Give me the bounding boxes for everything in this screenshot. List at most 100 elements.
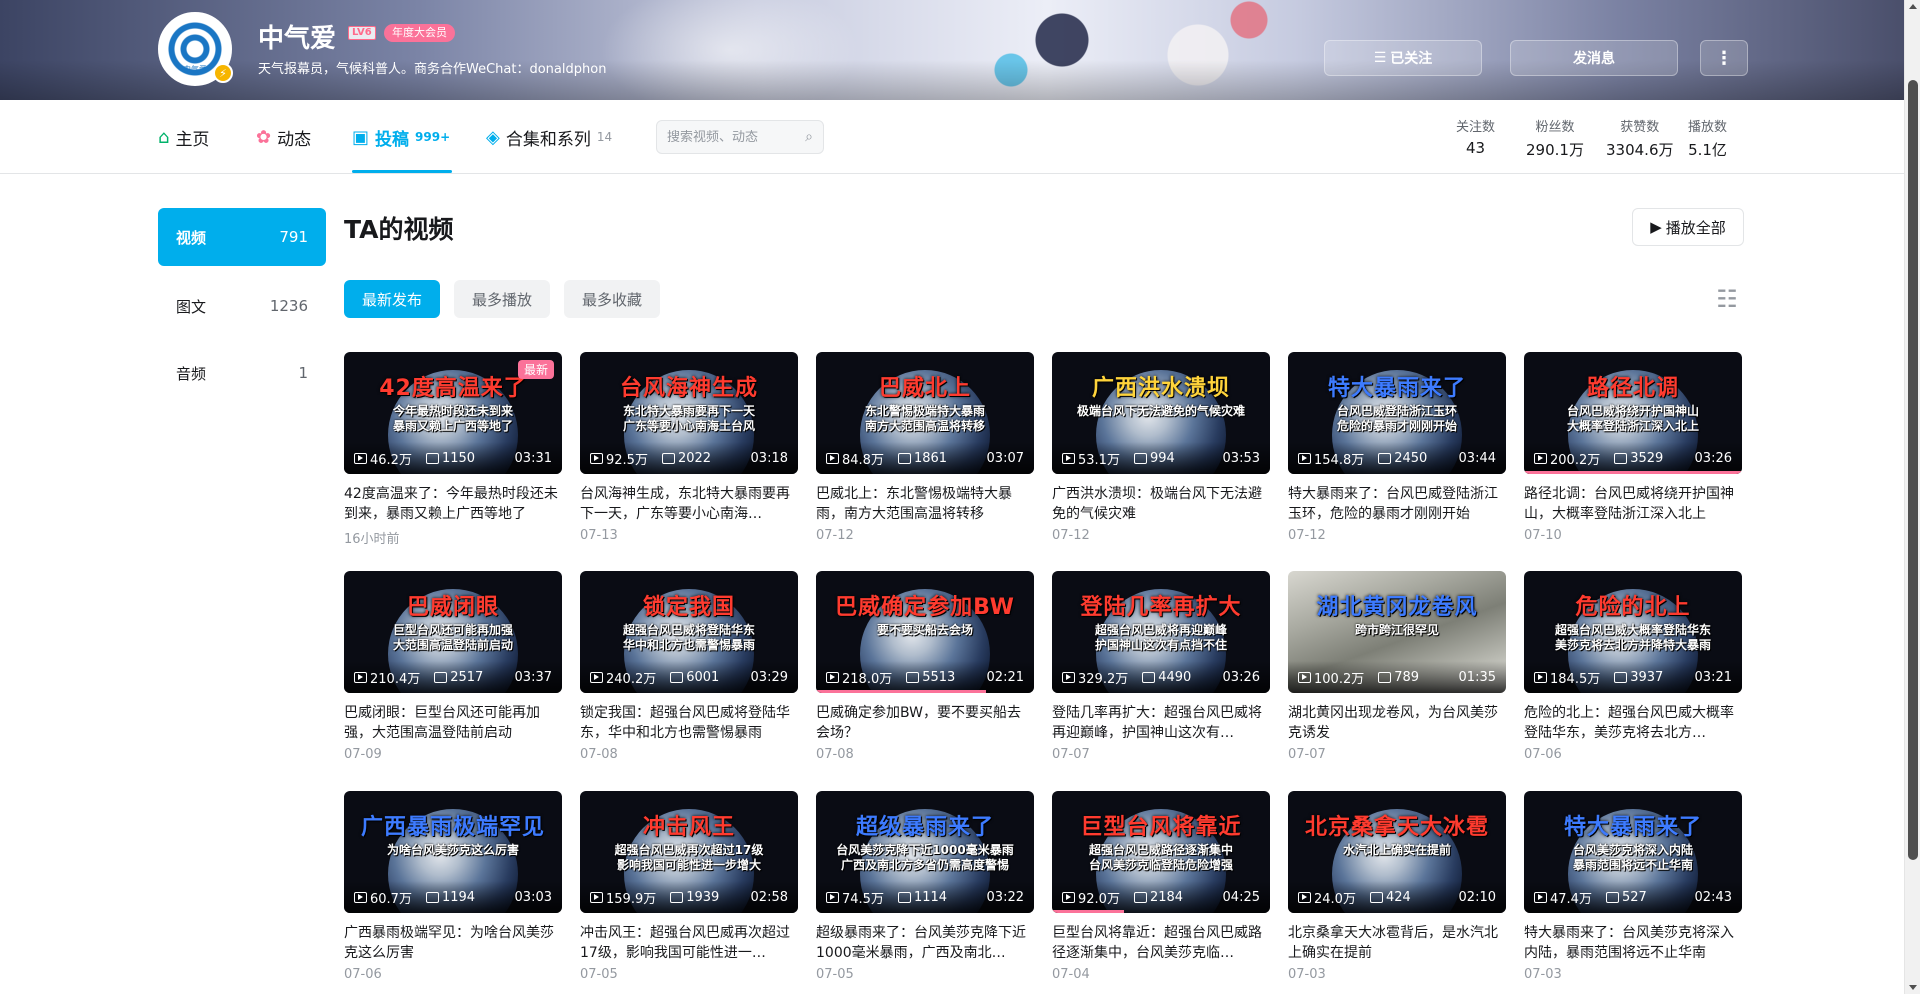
stat-following[interactable]: 关注数 43 [1456, 116, 1495, 157]
video-card[interactable]: 巨型台风将靠近 超强台风巴威路径逐渐集中 台风美莎克临登陆危险增强 92.0万 218… [1052, 791, 1270, 982]
thumbnail-headline: 巨型台风将靠近 [1080, 815, 1242, 840]
video-thumbnail[interactable]: 北京桑拿天大冰雹 水汽北上确实在提前 24.0万 424 02:10 [1288, 791, 1506, 913]
video-card[interactable]: 42度高温来了 今年最热时段还未到来 暴雨又赖上广西等地了 最新 46.2万 1150 0… [344, 352, 562, 547]
video-thumbnail[interactable]: 广西暴雨极端罕见 为啥台风美莎克这么厉害 60.7万 1194 03:03 [344, 791, 562, 913]
thumbnail-headline: 登陆几率再扩大 [1080, 595, 1242, 620]
video-card[interactable]: 广西洪水溃坝 极端台风下无法避免的气候灾难 53.1万 994 03:53 广西洪水溃坝：… [1052, 352, 1270, 543]
view-count: 84.8万 [826, 449, 884, 468]
video-thumbnail[interactable]: 巨型台风将靠近 超强台风巴威路径逐渐集中 台风美莎克临登陆危险增强 92.0万 218… [1052, 791, 1270, 913]
video-title[interactable]: 特大暴雨来了：台风巴威登陆浙江玉环，危险的暴雨才刚刚开始 [1288, 484, 1506, 524]
danmaku-count: 6001 [670, 670, 719, 685]
video-card[interactable]: 北京桑拿天大冰雹 水汽北上确实在提前 24.0万 424 02:10 北京桑拿天大冰雹背后… [1288, 791, 1506, 982]
view-count-value: 100.2万 [1314, 672, 1365, 687]
video-title[interactable]: 巴威北上：东北警惕极端特大暴雨，南方大范围高温将转移 [816, 484, 1034, 524]
video-title[interactable]: 冲击风王：超强台风巴威再次超过17级，影响我国可能性进一… [580, 923, 798, 963]
video-card[interactable]: 特大暴雨来了 台风美莎克将深入内陆 暴雨范围将远不止华南 47.4万 527 02:43… [1524, 791, 1742, 982]
tab-home[interactable]: ⌂ 主页 [158, 124, 209, 150]
video-card[interactable]: 危险的北上 超强台风巴威大概率登陆华东 美莎克将去北方并降特大暴雨 184.5万 39… [1524, 571, 1742, 762]
video-thumbnail[interactable]: 广西洪水溃坝 极端台风下无法避免的气候灾难 53.1万 994 03:53 [1052, 352, 1270, 474]
video-title[interactable]: 超级暴雨来了：台风美莎克降下近1000毫米暴雨，广西及南北… [816, 923, 1034, 963]
video-card[interactable]: 广西暴雨极端罕见 为啥台风美莎克这么厉害 60.7万 1194 03:03 广西暴雨极端罕… [344, 791, 562, 982]
video-thumbnail[interactable]: 登陆几率再扩大 超强台风巴威将再迎巅峰 护国神山这次有点挡不住 329.2万 4490… [1052, 571, 1270, 693]
video-title[interactable]: 巨型台风将靠近：超强台风巴威路径逐渐集中，台风美莎克临… [1052, 923, 1270, 963]
play-all-button[interactable]: ▶ 播放全部 [1632, 208, 1744, 246]
video-title[interactable]: 巴威确定参加BW，要不要买船去会场？ [816, 703, 1034, 743]
video-thumbnail[interactable]: 巴威北上 东北警惕极端特大暴雨 南方大范围高温将转移 84.8万 1861 03:07 [816, 352, 1034, 474]
scrollbar-thumb[interactable] [1908, 80, 1918, 860]
video-card[interactable]: 超级暴雨来了 台风美莎克降下近1000毫米暴雨 广西及南北方多省仍需高度警惕 74.… [816, 791, 1034, 982]
video-thumbnail[interactable]: 超级暴雨来了 台风美莎克降下近1000毫米暴雨 广西及南北方多省仍需高度警惕 74.… [816, 791, 1034, 913]
video-title[interactable]: 广西暴雨极端罕见：为啥台风美莎克这么厉害 [344, 923, 562, 963]
video-thumbnail[interactable]: 特大暴雨来了 台风巴威登陆浙江玉环 危险的暴雨才刚刚开始 154.8万 2450 03:… [1288, 352, 1506, 474]
danmaku-count: 1939 [670, 890, 719, 905]
stat-label: 播放数 [1688, 120, 1728, 135]
video-card[interactable]: 巴威闭眼 巨型台风还可能再加强 大范围高温登陆前启动 210.4万 2517 03:37… [344, 571, 562, 762]
view-count-value: 53.1万 [1078, 453, 1120, 468]
video-card[interactable]: 锁定我国 超强台风巴威将登陆华东 华中和北方也需警惕暴雨 240.2万 6001 03:… [580, 571, 798, 762]
video-thumbnail[interactable]: 冲击风王 超强台风巴威再次超过17级 影响我国可能性进一步增大 159.9万 1939… [580, 791, 798, 913]
video-card[interactable]: 湖北黄冈龙卷风 跨市跨江很罕见 100.2万 789 01:35 湖北黄冈出现龙卷风，为台… [1288, 571, 1506, 762]
video-card[interactable]: 巴威北上 东北警惕极端特大暴雨 南方大范围高温将转移 84.8万 1861 03:07 巴… [816, 352, 1034, 543]
message-button[interactable]: 发消息 [1510, 40, 1678, 76]
search-box[interactable]: ⌕ [656, 120, 824, 154]
video-duration: 03:37 [514, 670, 552, 685]
video-thumbnail[interactable]: 特大暴雨来了 台风美莎克将深入内陆 暴雨范围将远不止华南 47.4万 527 02:43 [1524, 791, 1742, 913]
username[interactable]: 中气爱 [258, 18, 336, 55]
video-date: 07-12 [1052, 528, 1090, 543]
video-title[interactable]: 台风海神生成，东北特大暴雨要再下一天，广东等要小心南海… [580, 484, 798, 524]
video-thumbnail[interactable]: 路径北调 台风巴威将绕开护国神山 大概率登陆浙江深入北上 200.2万 3529 03:… [1524, 352, 1742, 474]
page-scrollbar[interactable] [1904, 0, 1920, 994]
tab-dynamic[interactable]: ✿ 动态 [256, 124, 311, 150]
video-card[interactable]: 巴威确定参加BW 要不要买船去会场 218.0万 5513 02:21 巴威确定参加BW，… [816, 571, 1034, 762]
vip-badge[interactable]: 年度大会员 [384, 24, 455, 42]
video-card[interactable]: 特大暴雨来了 台风巴威登陆浙江玉环 危险的暴雨才刚刚开始 154.8万 2450 03:… [1288, 352, 1506, 543]
view-count-value: 47.4万 [1550, 892, 1592, 907]
stat-fans[interactable]: 粉丝数 290.1万 [1526, 116, 1584, 160]
search-input[interactable] [667, 129, 787, 145]
home-icon: ⌂ [158, 126, 170, 148]
video-title[interactable]: 北京桑拿天大冰雹背后，是水汽北上确实在提前 [1288, 923, 1506, 963]
video-title[interactable]: 危险的北上：超强台风巴威大概率登陆华东，美莎克将去北方… [1524, 703, 1742, 743]
video-title[interactable]: 湖北黄冈出现龙卷风，为台风美莎克诱发 [1288, 703, 1506, 743]
follow-button[interactable]: ☰ 已关注 [1324, 40, 1482, 76]
video-thumbnail[interactable]: 42度高温来了 今年最热时段还未到来 暴雨又赖上广西等地了 最新 46.2万 1150 0… [344, 352, 562, 474]
danmaku-count-value: 1150 [441, 451, 476, 466]
sidebar-item-video[interactable]: 视频 791 [158, 208, 326, 266]
list-view-icon[interactable]: ☷ [1714, 286, 1740, 312]
video-title[interactable]: 锁定我国：超强台风巴威将登陆华东，华中和北方也需警惕暴雨 [580, 703, 798, 743]
video-title[interactable]: 广西洪水溃坝：极端台风下无法避免的气候灾难 [1052, 484, 1270, 524]
avatar[interactable]: 中气爱 ⚡ [158, 12, 233, 86]
sidebar-item-audio[interactable]: 音频 1 [158, 344, 326, 402]
play-count-icon [1534, 672, 1547, 683]
video-card[interactable]: 台风海神生成 东北特大暴雨要再下一天 广东等要小心南海土台风 92.5万 2022 03… [580, 352, 798, 543]
search-icon[interactable]: ⌕ [805, 129, 813, 145]
sort-most-played[interactable]: 最多播放 [454, 280, 550, 318]
thumbnail-headline: 冲击风王 [642, 815, 735, 840]
tab-collections[interactable]: ◈ 合集和系列 14 [486, 124, 612, 150]
video-thumbnail[interactable]: 危险的北上 超强台风巴威大概率登陆华东 美莎克将去北方并降特大暴雨 184.5万 39… [1524, 571, 1742, 693]
sidebar-item-article[interactable]: 图文 1236 [158, 277, 326, 335]
video-card[interactable]: 冲击风王 超强台风巴威再次超过17级 影响我国可能性进一步增大 159.9万 1939… [580, 791, 798, 982]
video-thumbnail[interactable]: 巴威闭眼 巨型台风还可能再加强 大范围高温登陆前启动 210.4万 2517 03:37 [344, 571, 562, 693]
video-card[interactable]: 登陆几率再扩大 超强台风巴威将再迎巅峰 护国神山这次有点挡不住 329.2万 4490… [1052, 571, 1270, 762]
video-stats: 74.5万 1114 03:22 [826, 888, 1024, 907]
video-card[interactable]: 路径北调 台风巴威将绕开护国神山 大概率登陆浙江深入北上 200.2万 3529 03:… [1524, 352, 1742, 543]
view-count: 218.0万 [826, 668, 892, 687]
video-thumbnail[interactable]: 锁定我国 超强台风巴威将登陆华东 华中和北方也需警惕暴雨 240.2万 6001 03:… [580, 571, 798, 693]
scroll-up-icon[interactable] [1909, 4, 1917, 9]
video-title[interactable]: 42度高温来了：今年最热时段还未到来，暴雨又赖上广西等地了 [344, 484, 562, 524]
more-button[interactable]: ⋮ [1700, 40, 1748, 76]
video-thumbnail[interactable]: 巴威确定参加BW 要不要买船去会场 218.0万 5513 02:21 [816, 571, 1034, 693]
video-title[interactable]: 路径北调：台风巴威将绕开护国神山，大概率登陆浙江深入北上 [1524, 484, 1742, 524]
scroll-down-icon[interactable] [1909, 985, 1917, 990]
video-title[interactable]: 特大暴雨来了：台风美莎克将深入内陆，暴雨范围将远不止华南 [1524, 923, 1742, 963]
video-title[interactable]: 巴威闭眼：巨型台风还可能再加强，大范围高温登陆前启动 [344, 703, 562, 743]
sort-latest[interactable]: 最新发布 [344, 280, 440, 318]
video-title[interactable]: 登陆几率再扩大：超强台风巴威将再迎巅峰，护国神山这次有… [1052, 703, 1270, 743]
danmaku-icon [425, 453, 439, 464]
tab-uploads[interactable]: ▣ 投稿 999+ [352, 124, 450, 150]
video-stats: 210.4万 2517 03:37 [354, 668, 552, 687]
video-thumbnail[interactable]: 湖北黄冈龙卷风 跨市跨江很罕见 100.2万 789 01:35 [1288, 571, 1506, 693]
video-thumbnail[interactable]: 台风海神生成 东北特大暴雨要再下一天 广东等要小心南海土台风 92.5万 2022 03… [580, 352, 798, 474]
sort-most-favorited[interactable]: 最多收藏 [564, 280, 660, 318]
